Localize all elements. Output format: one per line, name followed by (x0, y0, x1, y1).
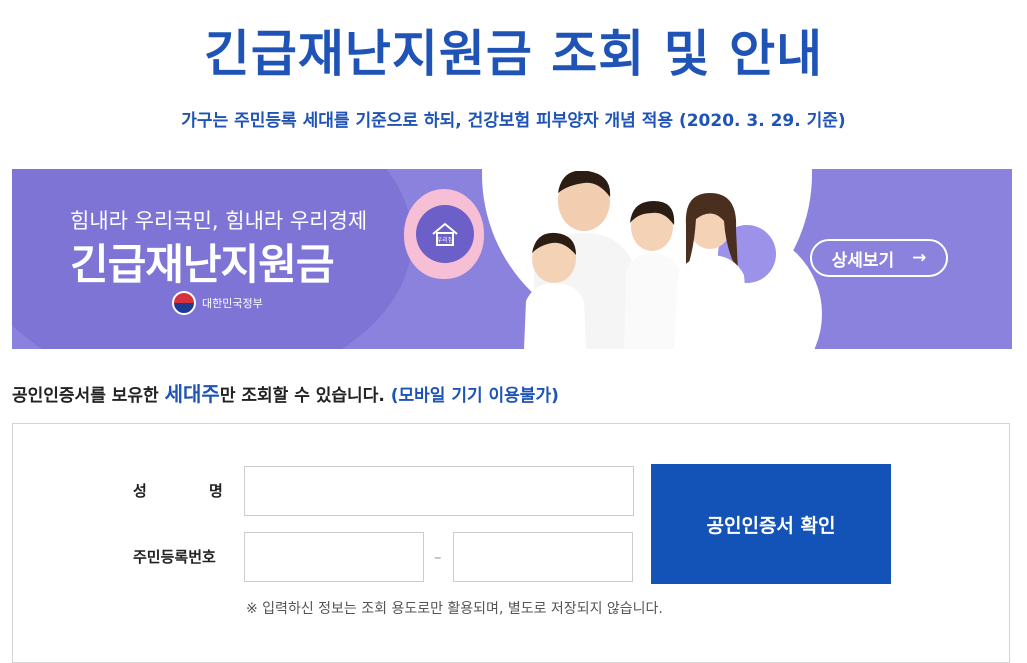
notice-mobile: (모바일 기기 이용불가) (390, 386, 559, 406)
name-input[interactable] (244, 466, 634, 516)
lookup-form: 성 명 주민등록번호 – 공인인증서 확인 ※ 입력하신 정보는 조회 용도로만… (12, 423, 1010, 663)
taegeuk-emblem-icon (172, 291, 196, 315)
rrn-separator: – (434, 548, 442, 566)
detail-button[interactable]: 상세보기 → (810, 239, 948, 277)
notice-middle: 만 조회할 수 있습니다. (219, 386, 391, 406)
house-icon: 우리집 (416, 205, 474, 263)
arrow-right-icon: → (912, 248, 927, 268)
privacy-hint: ※ 입력하신 정보는 조회 용도로만 활용되며, 별도로 저장되지 않습니다. (246, 601, 663, 617)
promo-banner[interactable]: 우리집 힘내라 우리국민, 힘내라 우리경제 긴급재난지원금 대한민국정부 상세… (12, 169, 1012, 349)
rrn-first-input[interactable] (244, 532, 424, 582)
page-subtitle: 가구는 주민등록 세대를 기준으로 하되, 건강보험 피부양자 개념 적용 (2… (181, 111, 846, 131)
svg-text:우리집: 우리집 (437, 236, 454, 244)
banner-title: 긴급재난지원금 (70, 240, 334, 289)
detail-button-label: 상세보기 (831, 250, 895, 271)
notice-highlight: 세대주 (164, 382, 220, 406)
name-label-second: 명 (209, 482, 223, 500)
government-label: 대한민국정부 (202, 297, 263, 310)
notice-prefix: 공인인증서를 보유한 (12, 386, 165, 406)
name-label-first: 성 (133, 482, 147, 500)
rrn-label: 주민등록번호 (133, 548, 216, 566)
family-photo (524, 171, 750, 349)
certificate-notice: 공인인증서를 보유한 세대주만 조회할 수 있습니다. (모바일 기기 이용불가… (12, 378, 559, 407)
rrn-second-input[interactable] (453, 532, 633, 582)
government-logo: 대한민국정부 (172, 291, 263, 315)
page-title: 긴급재난지원금 조회 및 안내 (203, 25, 824, 83)
certificate-confirm-button[interactable]: 공인인증서 확인 (651, 464, 891, 584)
